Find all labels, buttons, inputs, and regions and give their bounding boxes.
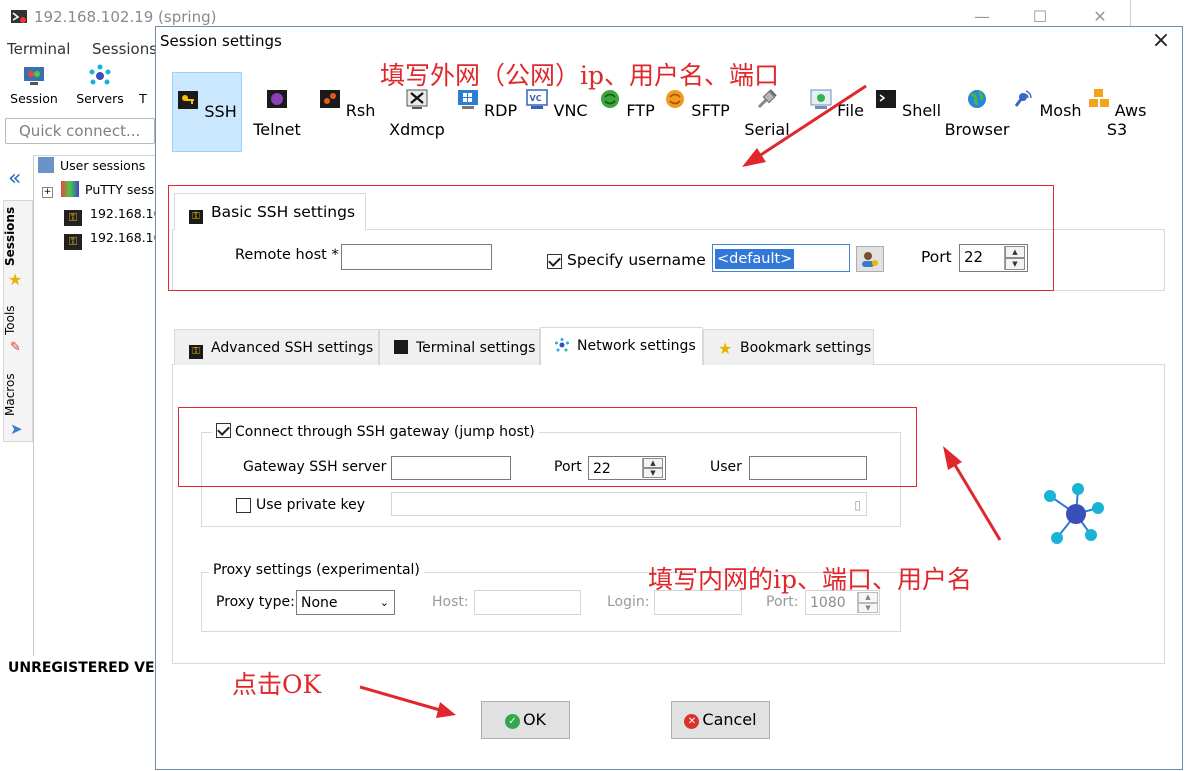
annotation-arrowhead-top xyxy=(742,148,766,167)
annotation-arrow-middle xyxy=(950,459,1002,541)
annotation-arrows xyxy=(359,84,1002,718)
annotation-arrowhead-middle xyxy=(943,446,962,470)
annotation-arrowhead-bottom xyxy=(436,702,456,718)
annotation-arrow-bottom xyxy=(359,685,441,712)
annotation-arrow-top xyxy=(755,84,867,160)
